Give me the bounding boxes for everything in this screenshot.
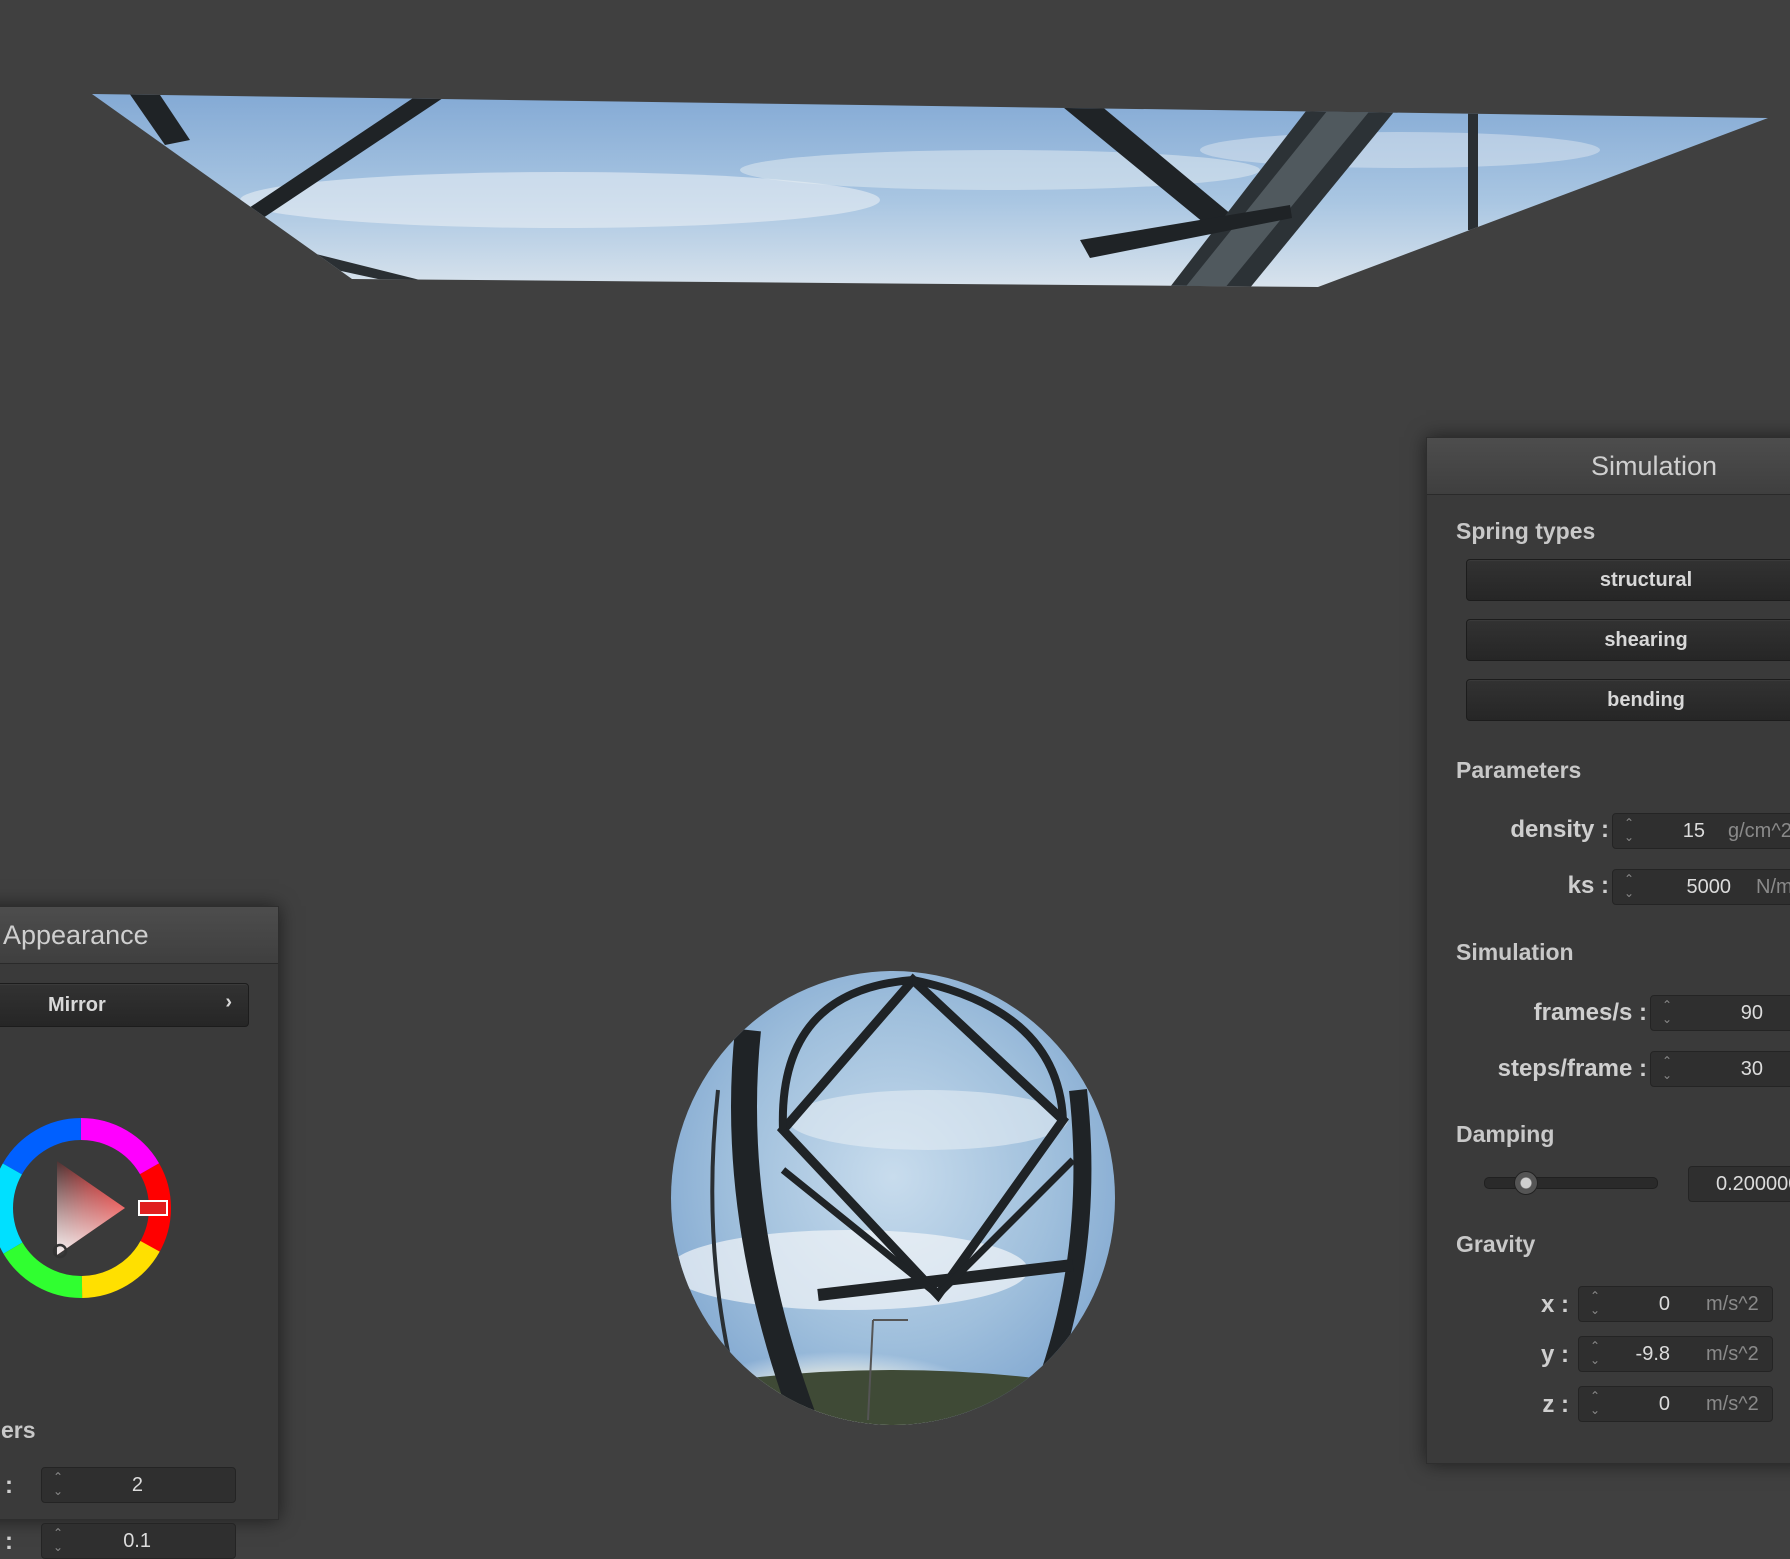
damping-slider-handle[interactable] (1514, 1171, 1538, 1195)
frames-per-second-value: 90 (1740, 1001, 1763, 1024)
simulation-heading: Simulation (1456, 939, 1574, 965)
spin-arrows-icon[interactable]: ⌃ ⌄ (1621, 872, 1637, 902)
ks-unit: N/m (1756, 875, 1790, 898)
shader-select-dropdown[interactable]: Mirror › (0, 983, 249, 1027)
spin-arrows-icon[interactable]: ⌃ ⌄ (1587, 1339, 1603, 1369)
ks-value: 5000 (1686, 875, 1732, 898)
shearing-button[interactable]: shearing (1466, 619, 1790, 661)
steps-per-frame-value: 30 (1740, 1057, 1763, 1080)
param1-label: : (5, 1472, 13, 1499)
bending-button[interactable]: bending (1466, 679, 1790, 721)
ks-spinbox[interactable]: ⌃ ⌄ 5000 N/m (1612, 869, 1790, 905)
color-wheel-picker[interactable] (0, 1107, 181, 1307)
gravity-x-value: 0 (1658, 1292, 1670, 1315)
panel-title: Simulation (1591, 450, 1718, 481)
param2-label: : (5, 1528, 13, 1555)
param2-value: 0.1 (123, 1529, 151, 1552)
gravity-x-unit: m/s^2 (1706, 1292, 1759, 1315)
gravity-z-value: 0 (1658, 1392, 1670, 1415)
steps-per-frame-spinbox[interactable]: ⌃ ⌄ 30 (1650, 1051, 1790, 1087)
parameters-heading-fragment: ers (1, 1417, 36, 1443)
gravity-y-label: y : (1540, 1341, 1569, 1368)
density-label: density : (1510, 816, 1609, 843)
param1-spinbox[interactable]: ⌃ ⌄ 2 (41, 1467, 236, 1503)
spin-arrows-icon[interactable]: ⌃ ⌄ (1659, 998, 1675, 1028)
param2-spinbox[interactable]: ⌃ ⌄ 0.1 (41, 1523, 236, 1559)
hue-marker[interactable] (138, 1200, 168, 1216)
damping-slider-track[interactable] (1484, 1177, 1658, 1189)
appearance-panel: Appearance Mirror › ers: ⌃ ⌄ 2: ⌃ ⌄ 0.… (0, 906, 279, 1559)
damping-value: 0.200000 (1716, 1172, 1790, 1195)
ks-label: ks : (1567, 872, 1609, 899)
gravity-z-label: z : (1542, 1391, 1569, 1418)
gravity-x-spinbox[interactable]: ⌃ ⌄ 0 m/s^2 (1578, 1286, 1773, 1322)
spin-arrows-icon[interactable]: ⌃ ⌄ (1659, 1054, 1675, 1084)
gravity-x-label: x : (1540, 1291, 1569, 1318)
simulation-panel: Simulation Spring types structural shear… (1426, 437, 1790, 1464)
shader-selected-value: Mirror (48, 993, 106, 1016)
density-value: 15 (1682, 819, 1705, 842)
mirror-sphere (671, 971, 1115, 1425)
structural-button[interactable]: structural (1466, 559, 1790, 601)
spin-arrows-icon[interactable]: ⌃ ⌄ (50, 1470, 66, 1500)
chevron-right-icon: › (225, 991, 232, 1013)
spin-arrows-icon[interactable]: ⌃ ⌄ (1587, 1289, 1603, 1319)
damping-value-field[interactable]: 0.200000 (1688, 1166, 1790, 1202)
param1-value: 2 (131, 1473, 143, 1496)
parameters-heading: Parameters (1456, 757, 1582, 783)
frames-per-second-spinbox[interactable]: ⌃ ⌄ 90 (1650, 995, 1790, 1031)
spin-arrows-icon[interactable]: ⌃ ⌄ (1621, 816, 1637, 846)
gravity-y-spinbox[interactable]: ⌃ ⌄ -9.8 m/s^2 (1578, 1336, 1773, 1372)
gravity-z-unit: m/s^2 (1706, 1392, 1759, 1415)
spring-types-heading: Spring types (1456, 518, 1596, 544)
damping-heading: Damping (1456, 1121, 1555, 1147)
frames-per-second-label: frames/s : (1533, 999, 1647, 1026)
gravity-z-spinbox[interactable]: ⌃ ⌄ 0 m/s^2 (1578, 1386, 1773, 1422)
density-unit: g/cm^2 (1728, 819, 1790, 842)
gravity-y-value: -9.8 (1635, 1342, 1670, 1365)
gravity-y-unit: m/s^2 (1706, 1342, 1759, 1365)
steps-per-frame-label: steps/frame : (1497, 1055, 1647, 1082)
appearance-panel-header[interactable]: Appearance (0, 907, 278, 964)
cloth-plane (92, 94, 1768, 287)
spin-arrows-icon[interactable]: ⌃ ⌄ (50, 1526, 66, 1556)
density-spinbox[interactable]: ⌃ ⌄ 15 g/cm^2 (1612, 813, 1790, 849)
gravity-heading: Gravity (1456, 1231, 1536, 1257)
simulation-panel-header[interactable]: Simulation (1427, 438, 1790, 495)
panel-title: Appearance (3, 919, 149, 950)
spin-arrows-icon[interactable]: ⌃ ⌄ (1587, 1389, 1603, 1419)
